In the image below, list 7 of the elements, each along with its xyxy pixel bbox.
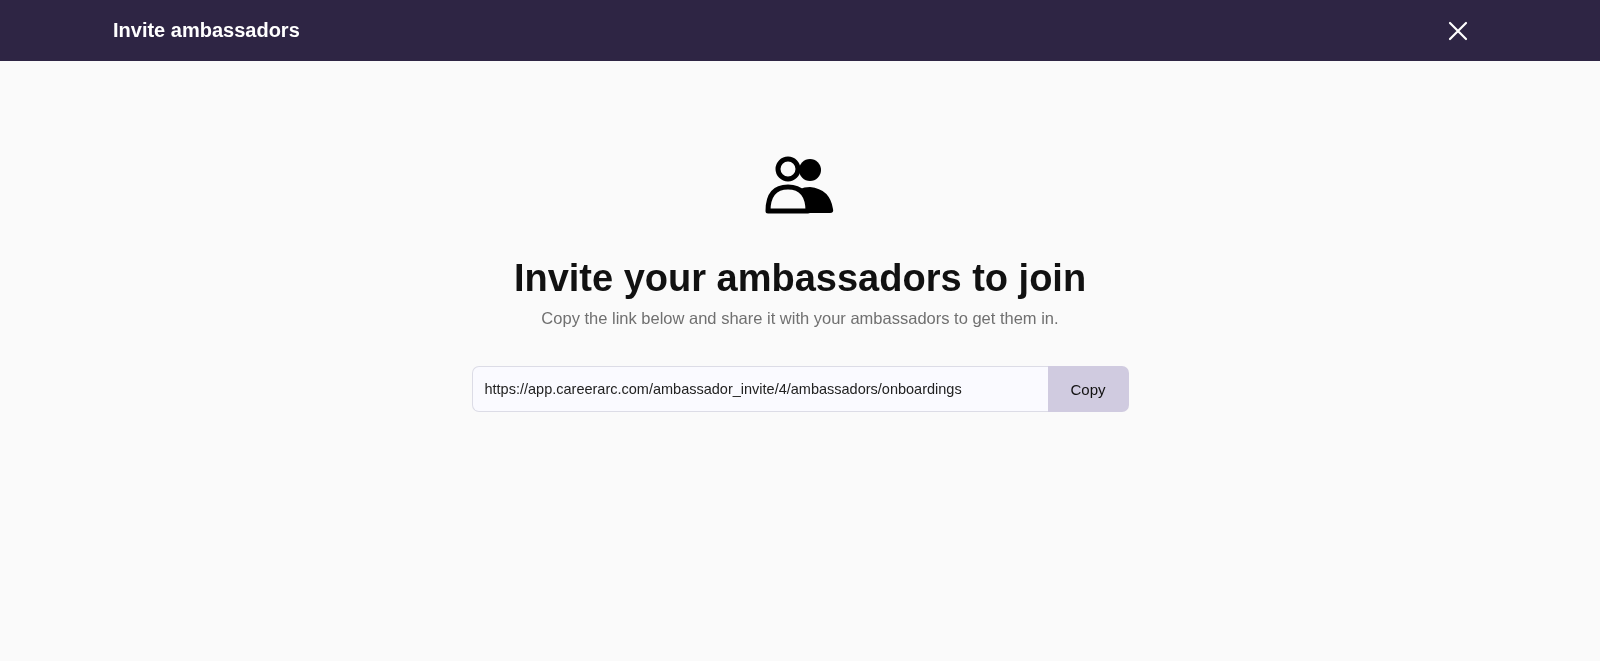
heading: Invite your ambassadors to join bbox=[513, 256, 1087, 301]
people-icon bbox=[764, 155, 836, 215]
copy-button[interactable]: Copy bbox=[1047, 366, 1129, 412]
link-field[interactable]: https://app.careerarc.com/ambassador_invite/4/ambassadors/onboardings bbox=[471, 366, 1048, 412]
modal-title: Invite ambassadors bbox=[113, 19, 300, 42]
subtitle: Copy the link below and share it with your ambassadors to get them in. bbox=[541, 309, 1059, 328]
close-icon[interactable] bbox=[1448, 20, 1468, 41]
